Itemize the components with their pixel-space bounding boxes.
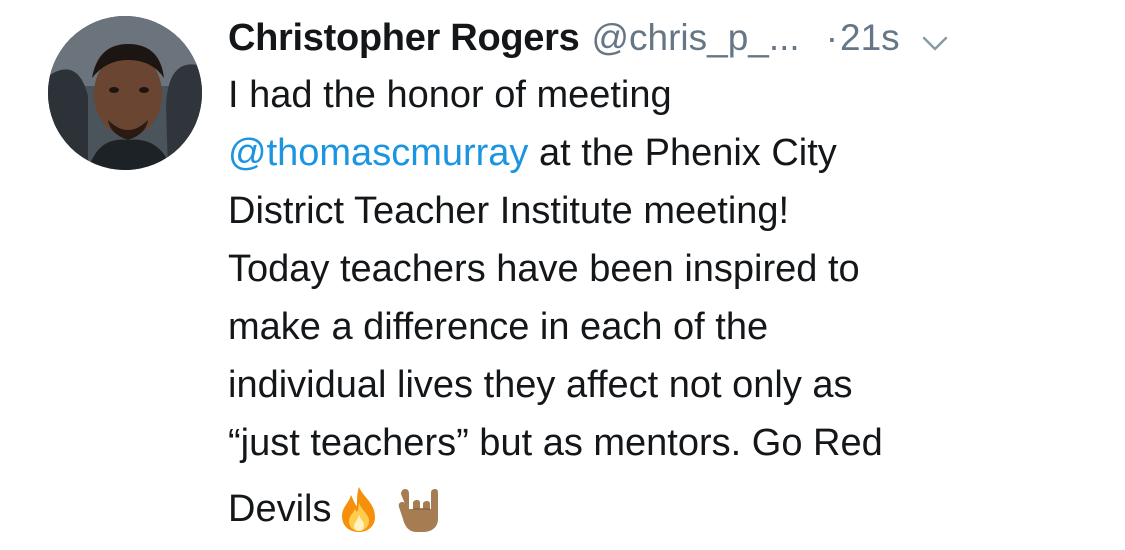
tweet-line: I had the honor of meeting: [228, 74, 672, 116]
tweet-header: Christopher Rogers @chris_p_... · 21s: [228, 10, 1108, 66]
mention-link[interactable]: @thomascmurray: [228, 132, 528, 174]
tweet-line: Devils: [228, 480, 1108, 538]
tweet-line: make a difference in each of the: [228, 306, 769, 348]
avatar-image: [48, 16, 202, 170]
tweet-line-text: Devils: [228, 488, 332, 530]
separator-dot: ·: [825, 17, 839, 58]
tweet-card[interactable]: Christopher Rogers @chris_p_... · 21s I …: [0, 0, 1125, 550]
tweet-line-text: at the Phenix City: [528, 132, 837, 174]
display-name[interactable]: Christopher Rogers: [228, 10, 580, 66]
chevron-down-icon[interactable]: [922, 34, 948, 54]
user-handle[interactable]: @chris_p_...: [591, 10, 799, 66]
tweet-line: “just teachers” but as mentors. Go Red: [228, 422, 883, 464]
timestamp[interactable]: 21s: [840, 10, 900, 66]
tweet-line: @thomascmurray at the Phenix City: [228, 124, 1108, 182]
tweet-line: Today teachers have been inspired to: [228, 248, 860, 290]
avatar[interactable]: [48, 16, 202, 170]
sign-of-horns-emoji: [399, 489, 439, 532]
tweet-content: Christopher Rogers @chris_p_... · 21s I …: [228, 10, 1108, 538]
tweet-text: I had the honor of meeting @thomascmurra…: [228, 66, 1108, 538]
tweet-line: District Teacher Institute meeting!: [228, 190, 790, 232]
fire-emoji: [342, 487, 376, 532]
tweet-line: individual lives they affect not only as: [228, 364, 853, 406]
